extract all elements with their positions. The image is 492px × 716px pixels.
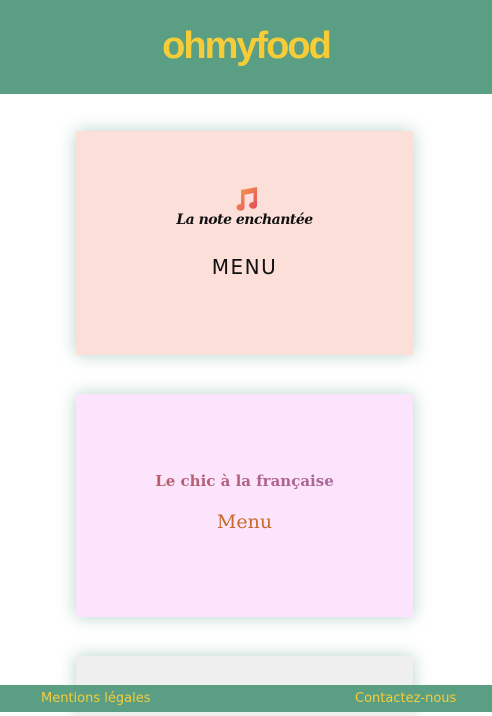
restaurant-card-le-chic-a-la-francaise[interactable]: Le chic à la française Menu [76,394,413,617]
site-header: ohmyfood [0,0,492,94]
music-note-icon [236,187,258,211]
contact-link[interactable]: Contactez-nous [355,691,456,706]
legal-notice-link[interactable]: Mentions légales [41,691,150,706]
menu-link[interactable]: MENU [76,255,413,279]
restaurant-card-la-note-enchantee[interactable]: La note enchantée MENU [76,131,413,355]
logo[interactable]: ohmyfood [162,25,332,68]
restaurant-name: Le chic à la française [76,472,413,490]
site-footer: Mentions légales Contactez-nous [0,685,492,712]
menu-link[interactable]: Menu [76,511,413,533]
restaurant-name: La note enchantée [176,212,313,228]
